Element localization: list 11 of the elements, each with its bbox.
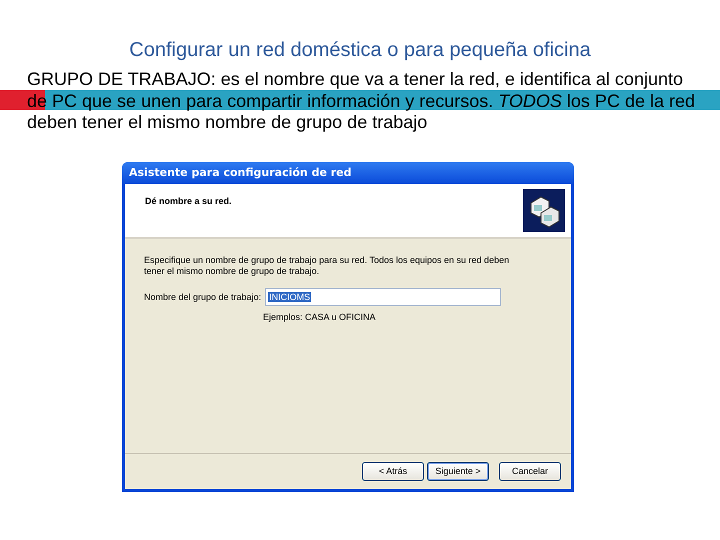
wizard-button[interactable]: < Atrás	[362, 462, 424, 480]
slide-title: Configurar un red doméstica o para pequeña oficina	[128, 38, 592, 62]
page-heading: Dé nombre a su red.	[145, 196, 232, 206]
instructions-text: Especifique un nombre de grupo de trabajo para su red. Todos los equipos en su red deben tener el mismo nombre de grupo de trabajo.	[144, 254, 510, 276]
workgroup-input[interactable]: INICIOMS	[265, 288, 502, 306]
window-title: Asistente para configuración de red	[122, 162, 574, 184]
wizard-button[interactable]: Siguiente >	[427, 462, 489, 480]
network-computers-icon	[523, 188, 565, 232]
wizard-button[interactable]: Cancelar	[499, 462, 561, 480]
hint-text: Ejemplos: CASA u OFICINA	[263, 312, 377, 322]
field-label: Nombre del grupo de trabajo:	[144, 292, 262, 302]
